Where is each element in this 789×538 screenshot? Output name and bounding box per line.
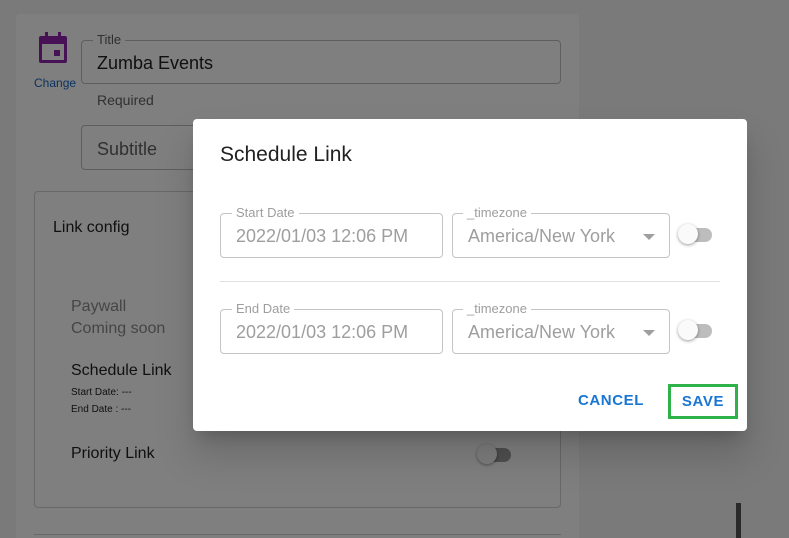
end-date-value: 2022/01/03 12:06 PM — [236, 322, 409, 342]
end-timezone-value: America/New York — [468, 322, 616, 342]
start-timezone-select[interactable]: _timezone America/New York — [452, 205, 670, 258]
end-date-label: End Date — [232, 301, 295, 316]
dropdown-arrow-icon — [643, 234, 655, 240]
start-date-label: Start Date — [232, 205, 299, 220]
end-date-field[interactable]: End Date 2022/01/03 12:06 PM — [220, 301, 443, 354]
start-timezone-value: America/New York — [468, 226, 616, 246]
start-schedule-toggle[interactable] — [678, 223, 714, 245]
dialog-divider — [220, 281, 720, 282]
schedule-link-dialog: Schedule Link Start Date 2022/01/03 12:0… — [193, 119, 747, 431]
end-timezone-label: _timezone — [463, 301, 531, 316]
start-date-field[interactable]: Start Date 2022/01/03 12:06 PM — [220, 205, 443, 258]
end-schedule-toggle[interactable] — [678, 319, 714, 341]
start-timezone-label: _timezone — [463, 205, 531, 220]
dropdown-arrow-icon — [643, 330, 655, 336]
dialog-title: Schedule Link — [220, 143, 352, 166]
end-timezone-select[interactable]: _timezone America/New York — [452, 301, 670, 354]
start-date-value: 2022/01/03 12:06 PM — [236, 226, 409, 246]
cancel-button[interactable]: CANCEL — [576, 385, 646, 417]
save-button[interactable]: SAVE — [668, 384, 738, 419]
